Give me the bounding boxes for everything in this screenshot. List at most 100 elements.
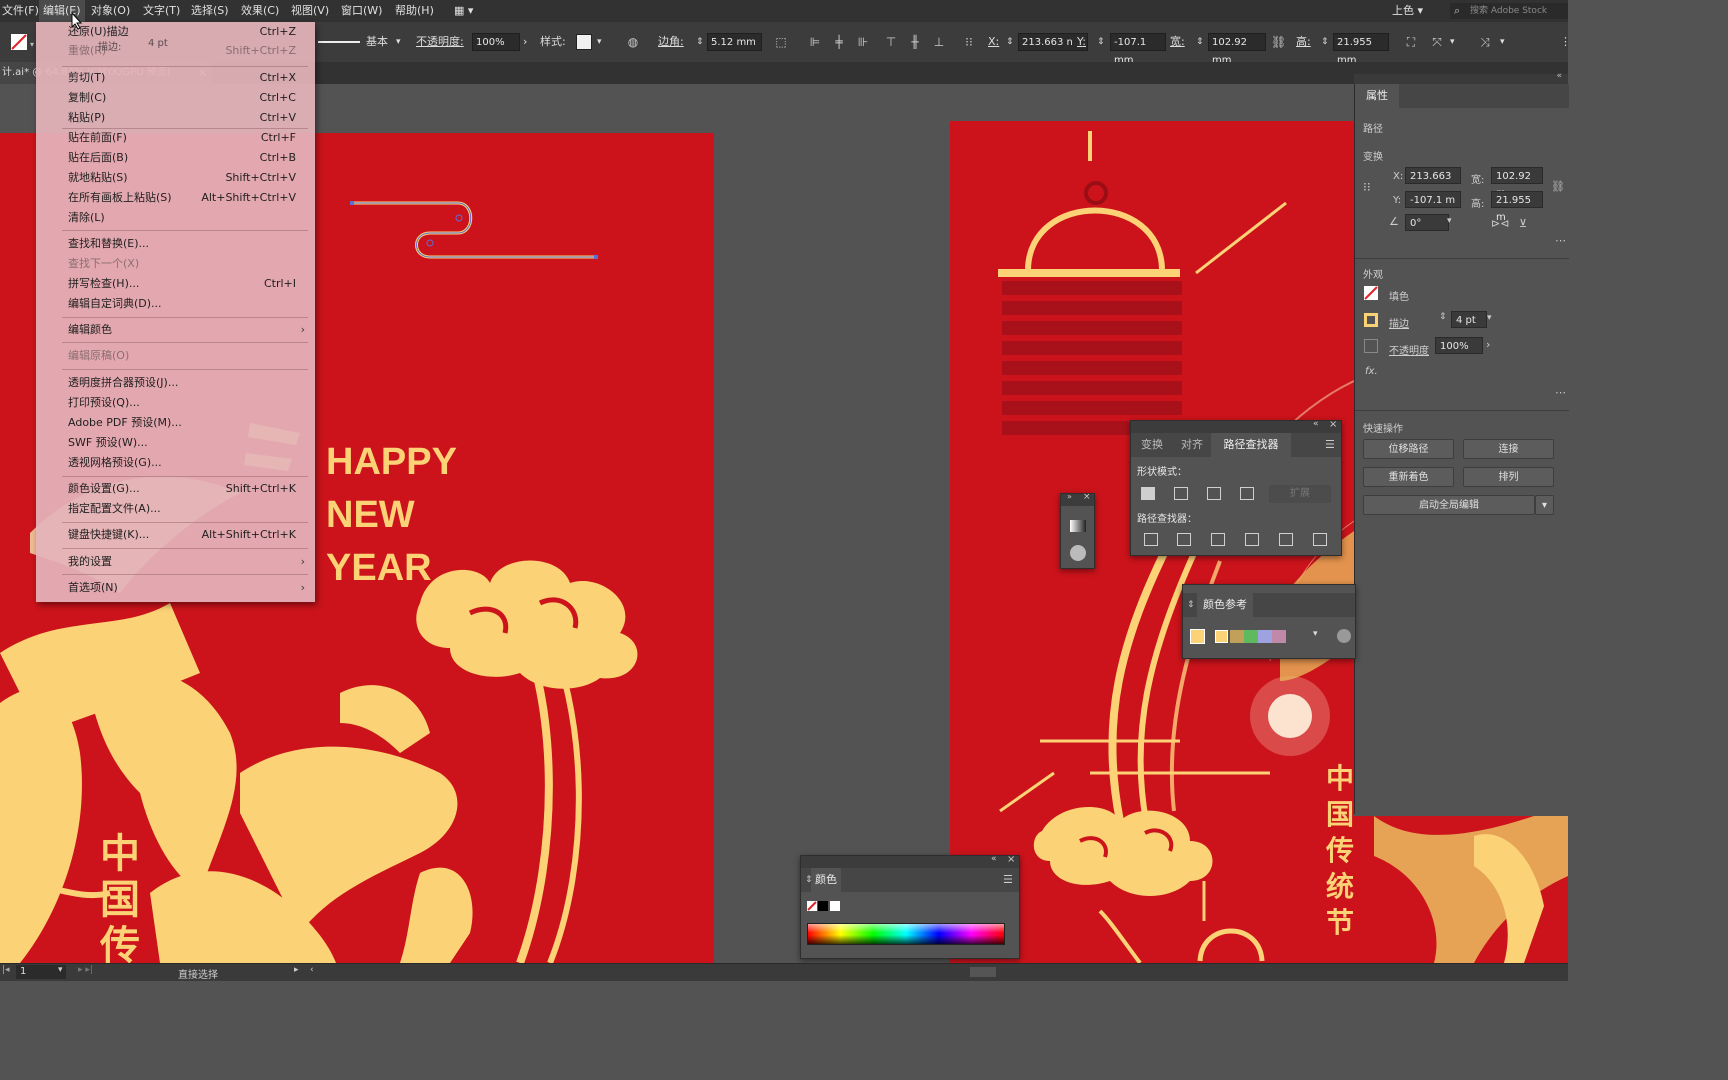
menu-select[interactable]: 选择(S) [191,0,229,22]
artboard-align-icon[interactable]: ⬚ [774,35,788,49]
chevron-down-icon[interactable]: ▾ [1487,313,1492,323]
align-hcenter-icon[interactable]: ╪ [832,35,846,49]
crop-icon[interactable] [1245,533,1259,546]
merge-icon[interactable] [1211,533,1225,546]
color-panel-title[interactable]: 颜色 [811,868,841,892]
corner-input[interactable]: 5.12 mm [707,33,762,51]
stepper-icon[interactable]: ⇕ [1006,22,1014,62]
props-opacity-label[interactable]: 不透明度 [1389,342,1429,357]
recolor-icon[interactable] [1337,629,1351,643]
global-edit-button[interactable]: 启动全局编辑 [1363,495,1535,515]
more-options-icon[interactable]: ⋯ [1555,234,1566,247]
menu-window[interactable]: 窗口(W) [341,0,382,22]
harmony-swatch[interactable] [1230,630,1244,643]
props-w-input[interactable]: 102.92 m [1491,167,1543,199]
menu-item-my-settings[interactable]: 我的设置 › [36,552,315,572]
h-label[interactable]: 高: [1296,22,1311,62]
y-label[interactable]: Y: [1077,22,1086,62]
status-menu-arrow[interactable]: ▸ [294,965,299,975]
reference-point-icon[interactable]: ⁝⁝ [1363,180,1371,194]
chevron-down-icon[interactable]: ▾ [1447,216,1452,226]
workspace-switcher[interactable]: 上色 ▾ [1392,0,1423,22]
menu-item-preferences[interactable]: 首选项(N) › [36,578,315,598]
y-input[interactable]: -107.1 mm [1110,33,1166,66]
chevron-down-icon[interactable]: ▾ [597,22,602,62]
global-edit-dropdown[interactable]: ▾ [1535,495,1554,515]
x-label[interactable]: X: [988,22,999,62]
menu-effect[interactable]: 效果(C) [241,0,279,22]
tab-pathfinder[interactable]: 路径查找器 [1211,433,1291,457]
fill-swatch[interactable] [1364,286,1378,300]
menu-view[interactable]: 视图(V) [291,0,329,22]
chevron-down-icon[interactable]: ▾ [1450,22,1455,62]
first-artboard-icon[interactable]: |◂ [2,965,10,975]
menu-item-paste-all-artboards[interactable]: 在所有画板上粘贴(S) Alt+Shift+Ctrl+V [36,188,315,208]
collapse-icon[interactable]: « [1313,419,1319,429]
menu-item-paste-in-place[interactable]: 就地粘贴(S) Shift+Ctrl+V [36,168,315,188]
more-options-icon[interactable]: ⋯ [1555,386,1566,399]
menu-item-edit-colors[interactable]: 编辑颜色 › [36,320,315,340]
scroll-left-icon[interactable]: ‹ [310,965,314,975]
expand-icon[interactable]: » [1067,492,1072,501]
tab-properties[interactable]: 属性 [1355,84,1399,108]
menu-item-clear[interactable]: 清除(L) [36,208,315,228]
stroke-swatch[interactable] [1364,313,1378,327]
none-swatch[interactable] [807,901,817,911]
base-color-swatch[interactable] [1190,629,1205,644]
offset-path-button[interactable]: 位移路径 [1363,439,1454,459]
menu-object[interactable]: 对象(O) [91,0,130,22]
menu-item-assign-profile[interactable]: 指定配置文件(A)... [36,499,315,519]
w-input[interactable]: 102.92 mm [1208,33,1266,66]
unite-icon[interactable] [1141,487,1155,500]
next-artboard-icon[interactable]: ▸ ▸| [78,965,93,975]
harmony-swatch[interactable] [1258,630,1272,643]
link-proportions-icon[interactable]: ⛓ [1551,180,1565,193]
harmony-swatch[interactable] [1272,630,1286,643]
opacity-label[interactable]: 不透明度: [416,22,464,62]
panel-drag-bar[interactable]: « × [801,854,1019,868]
flip-horizontal-icon[interactable]: ⊳⊲ [1491,217,1509,230]
menu-help[interactable]: 帮助(H) [395,0,434,22]
recolor-button[interactable]: 重新着色 [1363,467,1454,487]
join-button[interactable]: 连接 [1463,439,1554,459]
panel-drag-bar[interactable]: » × [1061,492,1094,506]
link-proportions-icon[interactable]: ⛓ [1271,35,1286,49]
properties-collapse-bar[interactable]: « [1354,71,1568,84]
gradient-icon[interactable] [1070,520,1086,532]
stepper-icon[interactable]: ⇕ [1097,22,1105,62]
chevron-right-icon[interactable]: › [523,22,527,62]
menu-item-spell-check[interactable]: 拼写检查(H)... Ctrl+I [36,274,315,294]
horizontal-scroll-thumb[interactable] [970,967,996,977]
align-right-icon[interactable]: ⊪ [856,35,870,49]
menu-item-cut[interactable]: 剪切(T) Ctrl+X [36,68,315,88]
collapse-icon[interactable]: « [991,854,997,864]
menu-item-edit-dictionary[interactable]: 编辑自定词典(D)... [36,294,315,314]
close-icon[interactable]: × [1083,492,1091,502]
props-x-input[interactable]: 213.663 [1405,167,1461,184]
puppet-warp-icon[interactable]: ⤨ [1478,35,1492,49]
menu-type[interactable]: 文字(T) [143,0,180,22]
align-top-icon[interactable]: ⊤ [884,35,898,49]
align-vcenter-icon[interactable]: ╫ [908,35,922,49]
panel-menu-icon[interactable]: ☰ [1325,433,1335,457]
panel-drag-bar[interactable]: « × [1131,419,1341,433]
reference-point-icon[interactable]: ⁝⁝ [962,35,976,49]
props-h-input[interactable]: 21.955 m [1491,191,1543,223]
style-swatch[interactable] [576,34,592,50]
stock-search[interactable]: ⌕ 搜索 Adobe Stock [1450,3,1568,19]
fill-swatch-none[interactable] [11,34,27,50]
color-spectrum[interactable] [807,923,1005,945]
exclude-icon[interactable] [1240,487,1254,500]
tab-transform[interactable]: 变换 [1141,433,1163,457]
trim-icon[interactable] [1177,533,1191,546]
flip-vertical-icon[interactable]: ⊻ [1519,217,1527,230]
profile-line[interactable] [318,41,360,43]
profile-label[interactable]: 基本 [366,22,388,62]
props-stroke-label[interactable]: 描边 [1389,315,1409,330]
stepper-icon[interactable]: ⇕ [1439,312,1447,322]
panel-menu-icon[interactable]: ⋮ [1560,22,1571,62]
menu-item-print-presets[interactable]: 打印预设(Q)... [36,393,315,413]
menu-item-perspective-presets[interactable]: 透视网格预设(G)... [36,453,315,473]
close-icon[interactable]: × [1329,419,1337,430]
harmony-swatch[interactable] [1244,630,1258,643]
